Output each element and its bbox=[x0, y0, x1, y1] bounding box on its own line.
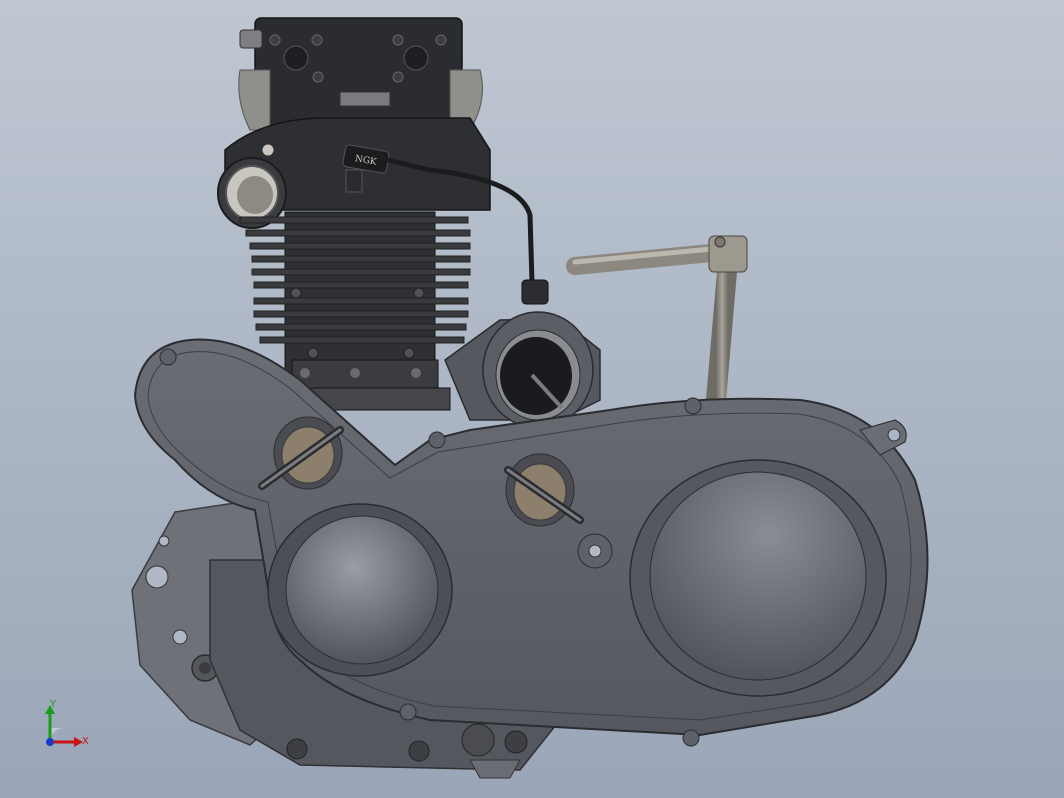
engine-model[interactable]: NGK bbox=[0, 0, 1064, 798]
x-axis-label: X bbox=[82, 736, 89, 747]
kickstart-lever bbox=[566, 235, 748, 410]
orientation-triad: Y X bbox=[38, 696, 98, 756]
y-axis-label: Y bbox=[50, 699, 57, 710]
3d-viewport[interactable]: NGK Y X bbox=[0, 0, 1064, 798]
clutch-dome-right bbox=[629, 459, 887, 697]
clutch-dome-left bbox=[267, 503, 453, 677]
magneto bbox=[444, 311, 601, 429]
